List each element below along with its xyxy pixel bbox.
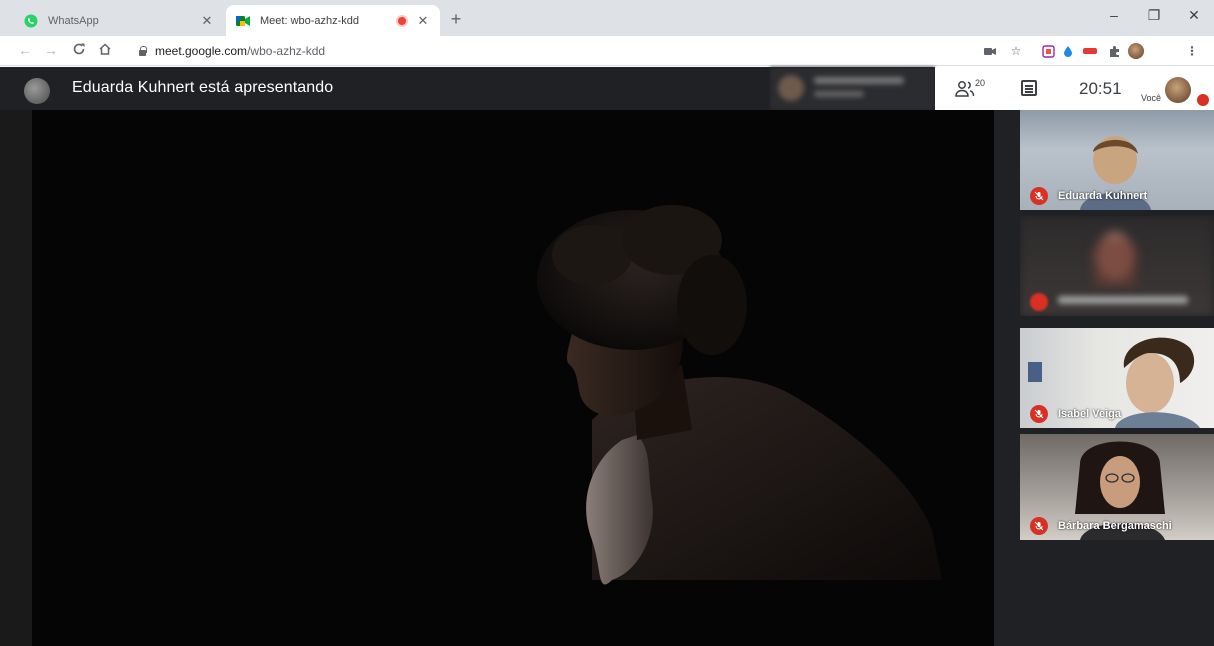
- self-avatar[interactable]: [1165, 77, 1191, 103]
- meet-top-bar: Eduarda Kuhnert está apresentando 20 20:…: [0, 67, 1214, 110]
- profile-avatar[interactable]: [1128, 43, 1144, 59]
- extension-red-icon[interactable]: [1082, 43, 1098, 59]
- tab-title: WhatsApp: [48, 14, 99, 27]
- participant-tile[interactable]: Eduarda Kuhnert: [1020, 110, 1214, 210]
- muted-mic-icon: [1030, 293, 1048, 311]
- camera-icon[interactable]: [982, 43, 998, 59]
- recording-indicator-icon: [398, 16, 406, 25]
- presenter-avatar: [24, 78, 50, 104]
- extension-pocket-icon[interactable]: [1040, 43, 1056, 59]
- minimize-button[interactable]: –: [1102, 7, 1126, 23]
- muted-mic-icon: [1030, 187, 1048, 205]
- google-meet-icon: [236, 14, 250, 28]
- tab-whatsapp[interactable]: WhatsApp ✕: [14, 5, 224, 36]
- browser-window: WhatsApp ✕ Meet: wbo-azhz-kdd ✕ + – ❐ ✕ …: [0, 0, 1214, 646]
- presenter-video: [537, 205, 942, 585]
- close-tab-icon[interactable]: ✕: [416, 13, 430, 29]
- participant-name: Isabel Veiga: [1058, 408, 1121, 420]
- blurred-participant-chip: [770, 67, 935, 110]
- tab-meet[interactable]: Meet: wbo-azhz-kdd ✕: [226, 5, 440, 36]
- close-tab-icon[interactable]: ✕: [200, 13, 214, 29]
- chat-icon[interactable]: [1021, 80, 1037, 96]
- participant-name: Bárbara Bergamaschi: [1058, 520, 1172, 532]
- whatsapp-icon: [24, 14, 38, 28]
- participant-name: [1058, 296, 1188, 304]
- url-path: /wbo-azhz-kdd: [247, 44, 326, 58]
- participant-tile[interactable]: Isabel Veiga: [1020, 328, 1214, 428]
- meet-controls: 20 20:51 Você: [935, 67, 1214, 110]
- tab-strip: WhatsApp ✕ Meet: wbo-azhz-kdd ✕ + – ❐ ✕: [0, 0, 1214, 36]
- browser-menu-icon[interactable]: ⋮: [1184, 43, 1200, 59]
- participant-tiles: Eduarda Kuhnert Isabel Veiga Bárbara Ber…: [1020, 110, 1214, 646]
- address-bar[interactable]: meet.google.com/wbo-azhz-kdd: [138, 40, 998, 62]
- self-muted-icon: [1197, 94, 1209, 106]
- left-margin-strip: [0, 110, 32, 646]
- back-icon[interactable]: ←: [16, 42, 34, 58]
- restore-button[interactable]: ❐: [1142, 7, 1166, 24]
- presentation-stage: [32, 110, 994, 646]
- presenting-label: Eduarda Kuhnert está apresentando: [72, 79, 334, 96]
- new-tab-button[interactable]: +: [446, 9, 466, 30]
- extension-drop-icon[interactable]: [1060, 43, 1076, 59]
- lock-icon: [138, 46, 147, 56]
- meeting-clock: 20:51: [1079, 79, 1122, 98]
- participant-name: Eduarda Kuhnert: [1058, 190, 1148, 202]
- reload-icon[interactable]: [70, 42, 88, 59]
- tab-title: Meet: wbo-azhz-kdd: [260, 14, 360, 27]
- participant-tile[interactable]: Bárbara Bergamaschi: [1020, 434, 1214, 540]
- url-host: meet.google.com: [155, 44, 248, 58]
- close-window-button[interactable]: ✕: [1182, 7, 1206, 24]
- url-text: meet.google.com/wbo-azhz-kdd: [155, 44, 325, 58]
- muted-mic-icon: [1030, 405, 1048, 423]
- extensions-puzzle-icon[interactable]: [1106, 43, 1122, 59]
- muted-mic-icon: [1030, 517, 1048, 535]
- meet-window: Eduarda Kuhnert está apresentando 20 20:…: [0, 67, 1214, 646]
- browser-toolbar: ← → meet.google.com/wbo-azhz-kdd ☆ ⋮: [0, 36, 1214, 66]
- bookmark-star-icon[interactable]: ☆: [1008, 43, 1024, 59]
- people-icon[interactable]: [955, 79, 977, 99]
- self-label: Você: [1141, 93, 1162, 103]
- home-icon[interactable]: [96, 42, 114, 59]
- participant-tile[interactable]: [1020, 216, 1214, 316]
- participant-count: 20: [975, 78, 986, 88]
- forward-icon[interactable]: →: [42, 42, 60, 58]
